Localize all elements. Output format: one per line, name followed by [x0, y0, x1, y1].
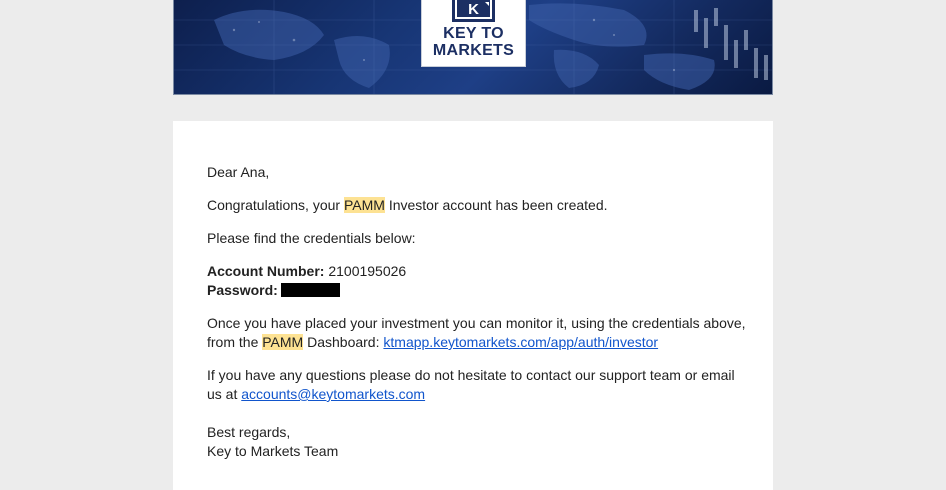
- logo-line-2: MARKETS: [432, 42, 515, 59]
- k-logo-icon: K: [452, 0, 495, 22]
- account-number-value: 2100195026: [328, 263, 407, 279]
- congrats-text-end: Investor account has been created.: [384, 197, 608, 213]
- logo-line-1: KEY TO: [443, 25, 504, 42]
- pamm-highlight-2: PAMM: [262, 334, 304, 350]
- support-email-link[interactable]: accounts@keytomarkets.com: [241, 386, 425, 402]
- password-label: Password:: [207, 282, 278, 298]
- account-number-line: Account Number: 2100195026: [207, 262, 747, 281]
- header-banner: K KEY TO MARKETS: [173, 0, 773, 95]
- questions-paragraph: If you have any questions please do not …: [207, 366, 747, 404]
- monitor-paragraph: Once you have placed your investment you…: [207, 314, 747, 352]
- email-body-card: Dear Ana, Congratulations, your PAMM Inv…: [173, 121, 773, 490]
- email-content: Dear Ana, Congratulations, your PAMM Inv…: [207, 163, 747, 461]
- pamm-highlight: PAMM: [343, 197, 385, 213]
- password-redacted: [280, 283, 340, 297]
- account-number-label: Account Number:: [207, 263, 325, 279]
- svg-text:K: K: [468, 1, 479, 18]
- dashboard-link[interactable]: ktmapp.keytomarkets.com/app/auth/investo…: [383, 334, 658, 350]
- congrats-paragraph: Congratulations, your PAMM Investor acco…: [207, 196, 747, 215]
- credentials-intro: Please find the credentials below:: [207, 230, 416, 246]
- greeting: Dear Ana,: [207, 164, 270, 180]
- key-to-markets-logo[interactable]: K KEY TO MARKETS: [421, 0, 526, 67]
- regards: Best regards,: [207, 424, 291, 440]
- logo-text: KEY TO MARKETS: [422, 25, 525, 59]
- signature: Key to Markets Team: [207, 443, 339, 459]
- password-line: Password:: [207, 281, 747, 300]
- congrats-text-start: Congratulations, your: [207, 197, 344, 213]
- monitor-text-mid: Dashboard:: [303, 334, 384, 350]
